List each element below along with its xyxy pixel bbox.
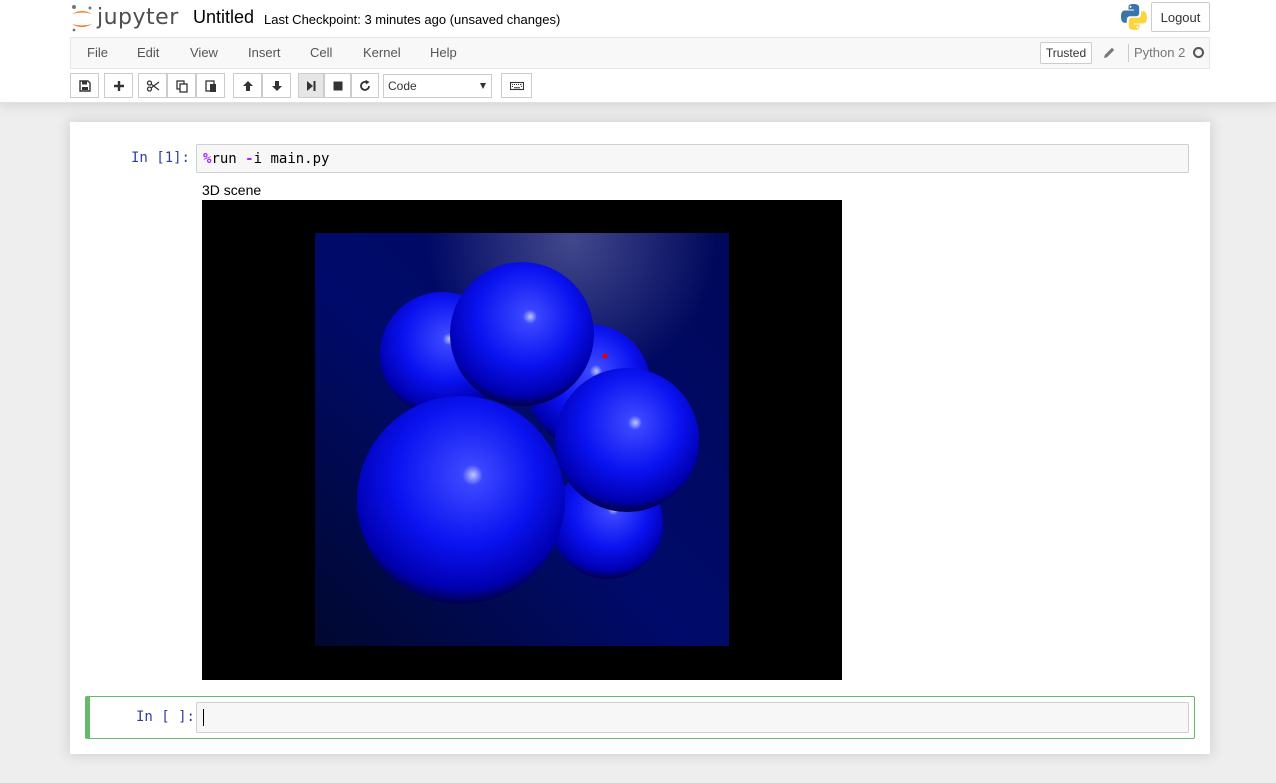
cell-type-value: Code (388, 79, 417, 93)
code-cell-1-input[interactable]: %run -i main.py (196, 144, 1189, 173)
3d-scene-canvas[interactable] (202, 200, 842, 680)
run-button[interactable] (298, 73, 324, 98)
restart-button[interactable] (351, 73, 379, 98)
sphere-right (555, 368, 699, 512)
pencil-icon[interactable] (1102, 46, 1116, 60)
menubar: File Edit View Insert Cell Kernel Help T… (70, 37, 1210, 69)
menu-view[interactable]: View (190, 38, 218, 68)
trusted-indicator[interactable]: Trusted (1040, 42, 1092, 64)
menu-help[interactable]: Help (430, 38, 457, 68)
code-magic-command: run (211, 151, 237, 167)
menu-edit[interactable]: Edit (137, 38, 159, 68)
code-cell-2-input[interactable] (196, 702, 1189, 733)
command-palette-button[interactable] (501, 73, 532, 98)
menu-kernel[interactable]: Kernel (363, 38, 401, 68)
red-marker-dot (602, 353, 608, 359)
kernel-separator (1128, 44, 1129, 62)
notebook-container: In [1]: %run -i main.py 3D scene In []: (70, 122, 1210, 754)
code-arguments: i main.py (253, 151, 330, 167)
cut-button[interactable] (138, 73, 167, 98)
stop-icon (333, 81, 342, 90)
checkpoint-status: Last Checkpoint: 3 minutes ago (unsaved … (264, 12, 561, 27)
menu-file[interactable]: File (87, 38, 108, 68)
insert-cell-button[interactable] (104, 73, 133, 98)
paste-button[interactable] (196, 73, 225, 98)
jupyter-logo[interactable]: jupyter (68, 4, 178, 34)
kernel-idle-icon (1193, 47, 1204, 58)
code-flag-operator: - (245, 151, 254, 167)
code-cell-2-selected[interactable]: In [ ]: (85, 696, 1195, 739)
header: jupyter Untitled Last Checkpoint: 3 minu… (0, 0, 1276, 103)
notebook-name[interactable]: Untitled (193, 7, 254, 28)
interrupt-button[interactable] (324, 73, 351, 98)
input-prompt-1: In [1]: (130, 150, 190, 166)
toolbar: Code (70, 73, 1210, 99)
arrow-up-icon (242, 80, 253, 91)
logout-button[interactable]: Logout (1151, 2, 1210, 32)
text-cursor (203, 709, 204, 726)
cell-type-select[interactable]: Code (383, 74, 492, 98)
chevron-down-icon (480, 83, 486, 89)
restart-icon (360, 79, 370, 91)
copy-icon (175, 79, 188, 93)
menu-insert[interactable]: Insert (248, 38, 281, 68)
plus-icon (113, 80, 124, 91)
cut-icon (146, 79, 159, 92)
paste-icon (204, 79, 216, 92)
copy-button[interactable] (167, 73, 196, 98)
menu-cell[interactable]: Cell (310, 38, 332, 68)
keyboard-icon (509, 81, 524, 90)
sphere-large-front (357, 396, 565, 604)
python-logo-icon (1121, 4, 1147, 30)
output-label: 3D scene (202, 182, 262, 198)
run-icon (307, 80, 316, 91)
arrow-down-icon (271, 80, 282, 91)
kernel-name[interactable]: Python 2 (1134, 38, 1185, 68)
move-up-button[interactable] (233, 73, 262, 98)
move-down-button[interactable] (262, 73, 291, 98)
save-button[interactable] (70, 73, 99, 98)
input-prompt-2: In [ ]: (135, 709, 195, 725)
save-icon (78, 79, 91, 92)
sphere-top-center (450, 262, 594, 406)
jupyter-logo-icon (72, 5, 92, 32)
logo-text: jupyter (97, 5, 179, 30)
